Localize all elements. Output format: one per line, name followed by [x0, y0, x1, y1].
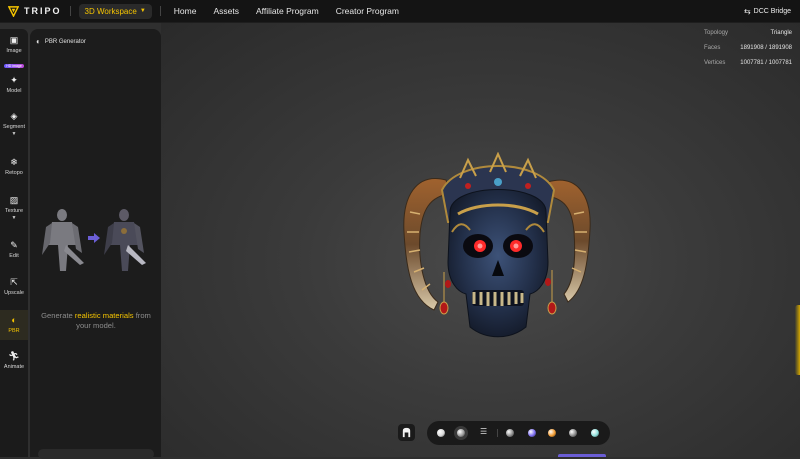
tool-edit-label: Edit [9, 253, 19, 259]
workspace-label: 3D Workspace [84, 6, 137, 16]
panel-header: ◐ PBR Generator [30, 29, 161, 46]
tool-retopo-label: Retopo [5, 170, 23, 176]
texture-icon: ▨ [9, 195, 19, 205]
tool-upscale-label: Upscale [4, 290, 24, 296]
vertices-value: 1007781 / 1007781 [740, 60, 792, 66]
model-view-button[interactable] [398, 424, 415, 441]
chevron-down-icon: ▼ [11, 131, 17, 137]
material-orb-teal[interactable] [591, 429, 599, 437]
chevron-down-icon: ▼ [139, 8, 146, 14]
tool-edit[interactable]: ✎ Edit [0, 240, 28, 259]
skull-model[interactable] [398, 152, 598, 347]
tool-upscale[interactable]: ⇱ Upscale [0, 277, 28, 296]
cube-icon: ◈ [10, 111, 18, 121]
mesh-stats: Topology Triangle Faces 1891908 / 189190… [704, 30, 792, 75]
tool-segment-label: Segment [2, 124, 25, 130]
divider [497, 429, 498, 437]
workspace-dropdown[interactable]: 3D Workspace ▼ [78, 3, 152, 19]
pbr-example-illustration [38, 205, 156, 275]
topology-value: Triangle [770, 30, 792, 36]
figure-icon: 🏃︎ [8, 351, 20, 361]
dcc-bridge-label: DCC Bridge [753, 8, 791, 15]
image-icon: ▣ [9, 35, 19, 45]
faces-label: Faces [704, 45, 721, 51]
tool-pbr-label: PBR [8, 328, 20, 334]
material-orb-grey[interactable] [506, 429, 514, 437]
side-handle[interactable] [795, 305, 800, 375]
tool-texture[interactable]: ▨ Texture ▼ [0, 195, 28, 221]
tool-model[interactable]: ✦ Model [0, 75, 28, 94]
pbr-panel: ◐ PBR Generator Generate realistic mater… [30, 29, 161, 459]
tripo-logo[interactable]: TRIPO [8, 5, 62, 17]
panel-title: PBR Generator [44, 38, 86, 45]
divider [69, 6, 71, 16]
stat-faces: Faces 1891908 / 1891908 [704, 45, 792, 60]
pbr-description: Generate realistic materials from your m… [36, 311, 156, 331]
dcc-bridge-button[interactable]: ⇆ DCC Bridge [744, 0, 791, 23]
topology-label: Topology [704, 30, 729, 36]
divider [159, 6, 161, 16]
chevron-down-icon: ▼ [11, 215, 17, 221]
before-figure [42, 209, 84, 271]
bust-icon [402, 427, 411, 438]
brush-icon: ✎ [10, 240, 18, 250]
tool-image-label: Image [6, 48, 22, 54]
top-bar: TRIPO 3D Workspace ▼ Home Assets Affilia… [0, 0, 800, 23]
tool-segment[interactable]: ◈ Segment ▼ [0, 111, 28, 137]
material-orb-default[interactable] [437, 429, 445, 437]
material-orb-purple[interactable] [528, 429, 536, 437]
material-orb-clay[interactable] [457, 429, 465, 437]
after-figure [104, 209, 146, 271]
adjust-sliders-icon[interactable]: ☰ [480, 427, 487, 436]
tripo-logo-icon [8, 5, 19, 17]
nav-affiliate-program[interactable]: Affiliate Program [256, 6, 319, 16]
material-orb-orange[interactable] [548, 429, 556, 437]
faces-value: 1891908 / 1891908 [740, 45, 792, 51]
generate-button[interactable] [38, 449, 154, 459]
bridge-arrows-icon: ⇆ [743, 7, 751, 16]
grid-icon: ❄ [10, 157, 18, 167]
caption-highlight: realistic materials [74, 311, 134, 320]
logo-text: TRIPO [24, 6, 62, 16]
main-nav: Home Assets Affiliate Program Creator Pr… [174, 6, 416, 16]
hd-image-badge: HD image [4, 64, 24, 68]
pbr-icon: ◐ [36, 37, 41, 46]
tool-model-label: Model [6, 88, 22, 94]
tool-image[interactable]: ▣ Image HD image [0, 35, 28, 72]
tool-animate-label: Animate [3, 364, 25, 370]
material-toolbar: ☰ [427, 421, 610, 445]
arrow-right-icon [88, 233, 100, 243]
nav-home[interactable]: Home [174, 6, 197, 16]
material-orb-dark[interactable] [569, 429, 577, 437]
pbr-icon: ◐ [11, 315, 17, 325]
tool-texture-label: Texture [4, 208, 24, 214]
left-toolbar: ▣ Image HD image ✦ Model ◈ Segment ▼ ❄ R… [0, 29, 28, 457]
tool-pbr[interactable]: ◐ PBR [0, 310, 28, 340]
vertices-label: Vertices [704, 60, 726, 66]
upscale-icon: ⇱ [10, 277, 18, 287]
tool-animate[interactable]: 🏃︎ Animate [0, 351, 28, 370]
tool-retopo[interactable]: ❄ Retopo [0, 157, 28, 176]
stat-topology: Topology Triangle [704, 30, 792, 45]
caption-prefix: Generate [41, 311, 73, 320]
sparkle-icon: ✦ [10, 75, 18, 85]
nav-assets[interactable]: Assets [213, 6, 239, 16]
stat-vertices: Vertices 1007781 / 1007781 [704, 60, 792, 75]
nav-creator-program[interactable]: Creator Program [336, 6, 399, 16]
